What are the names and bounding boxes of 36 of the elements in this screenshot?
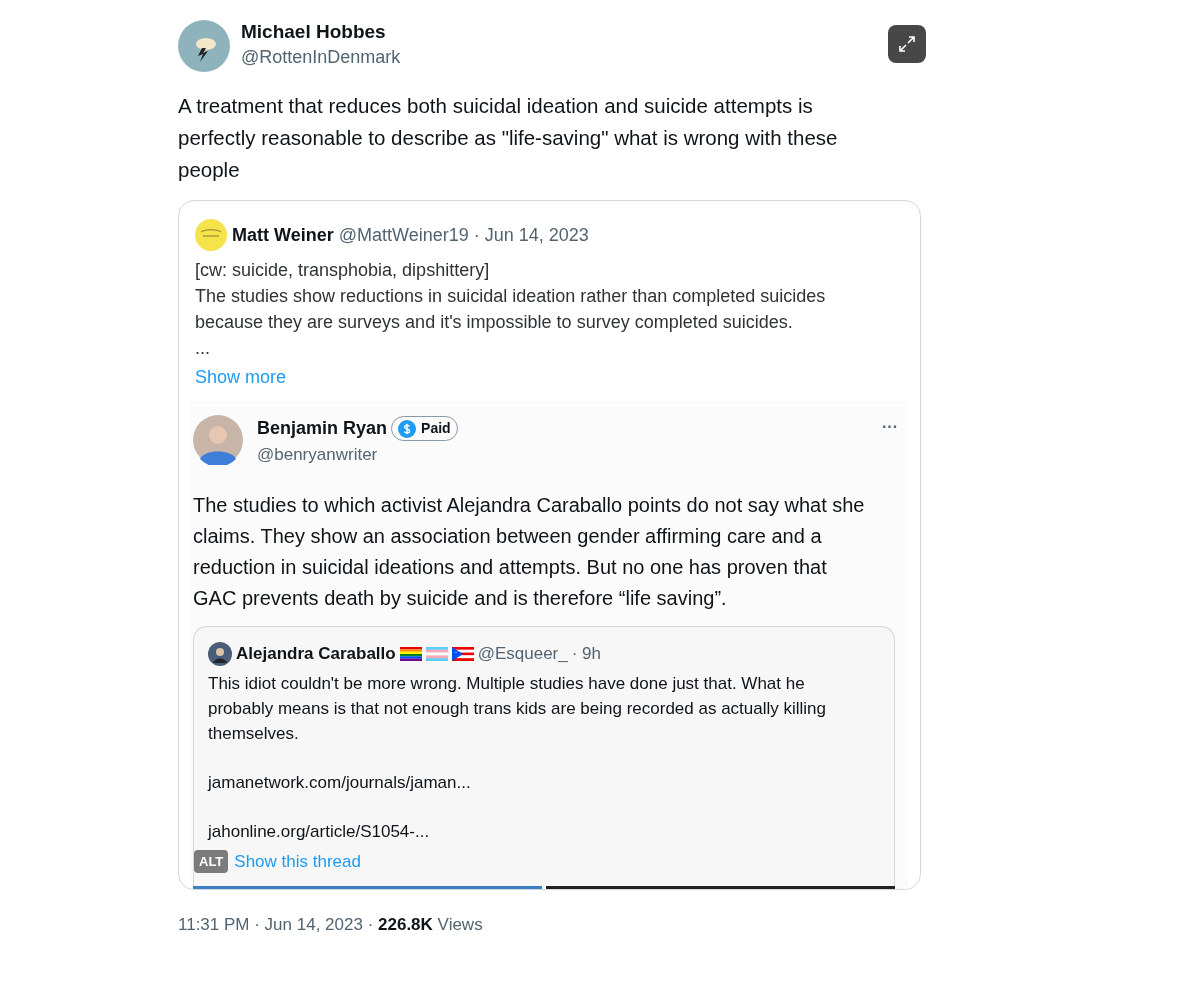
flag-icon [451,646,474,661]
more-menu[interactable]: ··· [882,415,898,439]
quote-text: This idiot couldn't be more wrong. Multiple studies have done just that. What he probably means is that not enough trans kids are being recorded as actually killing themselves. [208,672,828,745]
tweet-date: · Jun 14, 2023 [473,223,589,247]
avatar [193,415,243,465]
author-name: Benjamin Ryan [257,417,388,440]
author-name: Matt Weiner [232,223,334,247]
expand-icon [897,34,917,54]
carousel-indicator[interactable] [546,885,895,889]
tweet-timestamp[interactable]: 11:31 PM · Jun 14, 2023 · [178,911,379,937]
screenshot-text: The studies to which activist Alejandra Caraballo points do not say what she claims. They show an association between gender affirming care and a reduction in suicidal ideations and attempts. But no one has proven that GAC prevents death by suicide and is therefore “life saving”. [193,493,866,611]
author-name[interactable]: Michael Hobbes [241,20,401,44]
tweet-text: A treatment that reduces both suicidal ideation and suicide attempts is perfectly reasonable to describe as "life-saving" what is wrong with these people [178,93,839,183]
expand-button[interactable] [888,25,926,63]
quote-text: [cw: suicide, transphobia, dipshittery] [195,259,491,282]
views-label: Views [436,913,483,936]
avatar [208,641,232,666]
quote-text: jahonline.org/article/S1054-... [208,820,431,843]
avatar [195,219,227,251]
quote-text: The studies show reductions in suicidal ideation rather than completed suicides because they are surveys and it's impossible to survey completed suicides. [195,285,827,334]
author-handle: @MattWeiner19 [338,223,469,247]
quote-text: ... [195,337,211,360]
show-more-link[interactable]: Show more [195,363,904,391]
avatar[interactable] [178,20,230,72]
author-handle: @Esqueer_ [477,643,568,665]
flag-icon [425,646,448,661]
quote-card[interactable] [178,200,921,890]
dollar-icon [398,419,417,438]
author-name: Alejandra Caraballo [236,643,396,665]
alt-badge[interactable]: ALT [194,849,229,874]
quote-text: jamanetwork.com/journals/jaman... [208,771,472,794]
author-handle: @benryanwriter [257,444,379,466]
author-handle[interactable]: @RottenInDenmark [241,44,401,70]
flag-icon [399,646,422,661]
view-count: 226.8K [378,913,433,936]
tweet-time: · 9h [571,643,601,665]
